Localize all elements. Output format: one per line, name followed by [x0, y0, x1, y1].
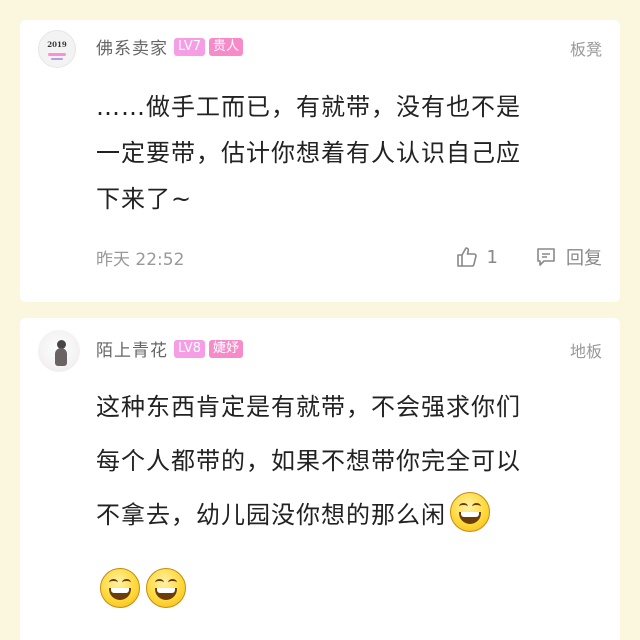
comment-line: 这种东西肯定是有就带，不会强求你们 — [96, 393, 521, 421]
grinning-face-emoji — [450, 492, 490, 532]
comment-actions: 1 回复 — [455, 244, 602, 270]
username[interactable]: 陌上青花 — [96, 336, 168, 361]
title-badge: 贵人 — [208, 37, 243, 56]
comment-line: 每个人都带的，如果不想带你完全可以 — [96, 447, 521, 475]
user-info: 佛系卖家 LV7 贵人 — [96, 34, 243, 59]
avatar[interactable]: 2019 — [38, 30, 76, 68]
grinning-face-emoji — [100, 568, 140, 608]
grinning-face-emoji — [146, 568, 186, 608]
level-badge: LV7 — [174, 37, 205, 56]
title-badge: 婕妤 — [208, 339, 243, 358]
user-info: 陌上青花 LV8 婕妤 — [96, 336, 243, 361]
like-button[interactable]: 1 — [455, 245, 498, 269]
reply-button[interactable]: 回复 — [534, 244, 602, 270]
comment-line: ……做手工而已，有就带，没有也不是 — [96, 93, 521, 121]
username[interactable]: 佛系卖家 — [96, 34, 168, 59]
like-count: 1 — [486, 246, 498, 268]
comment-card-2: 陌上青花 LV8 婕妤 地板 这种东西肯定是有就带，不会强求你们 每个人都带的，… — [20, 318, 620, 640]
emoji-row — [100, 568, 186, 608]
reply-label: 回复 — [566, 248, 602, 269]
avatar[interactable] — [38, 330, 80, 372]
avatar-figure — [55, 348, 67, 366]
comment-line: 下来了~ — [96, 185, 193, 213]
thumbs-up-icon — [456, 247, 477, 267]
comment-card-1: 2019 佛系卖家 LV7 贵人 板凳 ……做手工而已，有就带，没有也不是 一定… — [20, 20, 620, 302]
level-badge: LV8 — [174, 339, 205, 358]
avatar-decoration — [48, 53, 66, 56]
floor-label: 板凳 — [569, 40, 602, 59]
floor-label: 地板 — [569, 342, 602, 361]
comment-content: 这种东西肯定是有就带，不会强求你们 每个人都带的，如果不想带你完全可以 不拿去，… — [96, 380, 596, 542]
comment-line-with-emoji: 不拿去，幼儿园没你想的那么闲 — [96, 488, 596, 542]
comment-line: 一定要带，估计你想着有人认识自己应 — [96, 139, 521, 167]
comment-bubble-icon — [537, 248, 555, 266]
avatar-year-text: 2019 — [47, 40, 67, 49]
comment-footer: 昨天 22:52 1 回复 — [96, 244, 602, 270]
comment-line: 不拿去，幼儿园没你想的那么闲 — [96, 501, 446, 529]
avatar-decoration — [51, 58, 63, 60]
timestamp: 昨天 22:52 — [96, 249, 185, 270]
comment-content: ……做手工而已，有就带，没有也不是 一定要带，估计你想着有人认识自己应 下来了~ — [96, 84, 596, 222]
